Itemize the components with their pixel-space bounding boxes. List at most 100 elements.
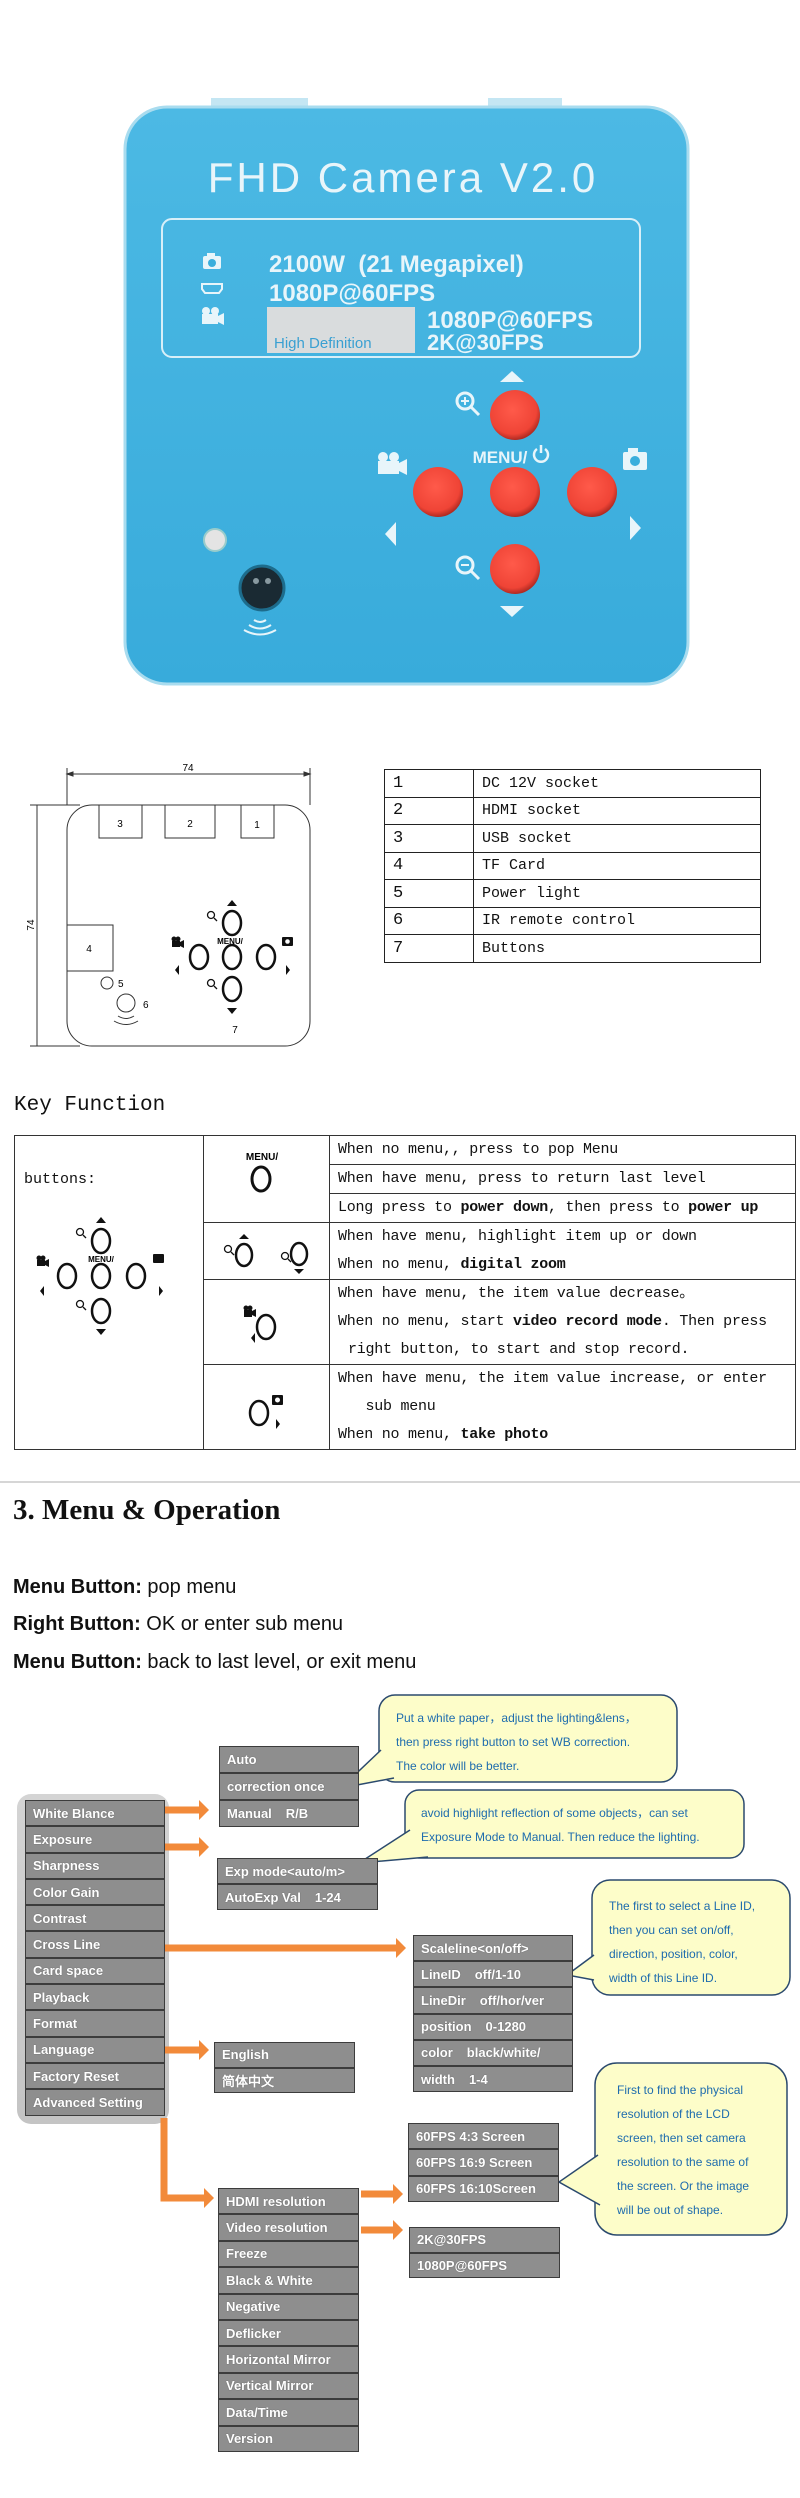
- menu-item[interactable]: 1080P@60FPS: [409, 2252, 560, 2278]
- menu-item[interactable]: 60FPS 16:10Screen: [408, 2175, 559, 2202]
- white-balance-submenu: Auto correction once Manual R/B: [219, 1746, 359, 1827]
- zoom-button-icon-cell: [203, 1222, 330, 1280]
- description-line: When have menu, the item value decrease。: [330, 1280, 795, 1308]
- text-segment: When have menu, the item value decrease。: [338, 1285, 695, 1302]
- menu-item[interactable]: LineDir off/hor/ver: [413, 1987, 573, 2014]
- tip-exposure: avoid highlight reflection of some objec…: [421, 1801, 700, 1849]
- menu-item-value: off/hor/ver: [479, 1992, 545, 2008]
- right-button: [255, 943, 277, 971]
- menu-item[interactable]: Deflicker: [218, 2319, 359, 2347]
- menu-item[interactable]: Manual R/B: [219, 1800, 359, 1827]
- right-photo-button[interactable]: [567, 467, 617, 517]
- menu-item[interactable]: 简体中文: [214, 2067, 355, 2093]
- menu-item-label: English: [222, 2047, 269, 2063]
- menu-item[interactable]: Horizontal Mirror: [218, 2346, 359, 2373]
- menu-item-label: correction once: [227, 1779, 325, 1794]
- menu-item[interactable]: Video resolution: [218, 2214, 359, 2241]
- text-segment: When no menu,: [338, 1256, 461, 1273]
- text-segment: When have menu, highlight item up or dow…: [338, 1228, 697, 1245]
- menu-item[interactable]: Auto: [219, 1746, 359, 1773]
- port-number: 3: [384, 824, 474, 853]
- instruction-line: Menu Button: pop menu: [13, 1576, 236, 1599]
- menu-item[interactable]: Freeze: [218, 2240, 359, 2268]
- menu-item-label: Exp mode<auto/m>: [225, 1863, 345, 1879]
- tip-white-balance: Put a white paper，adjust the lighting&le…: [396, 1706, 637, 1778]
- menu-item-label: Playback: [33, 1989, 90, 2005]
- menu-item-label: Horizontal Mirror: [226, 2352, 331, 2368]
- menu-item[interactable]: Vertical Mirror: [218, 2372, 359, 2400]
- menu-item-label: Color Gain: [33, 1884, 100, 1900]
- menu-item[interactable]: White Blance: [25, 1800, 165, 1827]
- menu-item[interactable]: Data/Time: [218, 2399, 359, 2426]
- menu-item-label: position: [421, 2019, 472, 2035]
- menu-item-value: 1-24: [314, 1889, 341, 1905]
- menu-item[interactable]: Sharpness: [25, 1852, 165, 1879]
- photo-icon: [282, 937, 293, 946]
- table-row: 1 DC 12V socket: [384, 769, 761, 798]
- menu-item[interactable]: Exposure: [25, 1826, 165, 1853]
- menu-item[interactable]: Exp mode<auto/m>: [217, 1858, 378, 1884]
- text-segment: When have menu, press to return last lev…: [338, 1170, 706, 1187]
- instruction-text: back to last level, or exit menu: [141, 1651, 417, 1673]
- menu-item-label: Deflicker: [226, 2325, 281, 2341]
- menu-item-label: Vertical Mirror: [226, 2378, 314, 2394]
- menu-item[interactable]: Card space: [25, 1957, 165, 1985]
- tip-cross-line: The first to select a Line ID, then you c…: [609, 1894, 755, 1990]
- menu-item[interactable]: Advanced Setting: [25, 2089, 165, 2116]
- menu-item[interactable]: Contrast: [25, 1905, 165, 1932]
- menu-item[interactable]: 60FPS 4:3 Screen: [408, 2123, 559, 2150]
- menu-item-label: Format: [33, 2016, 78, 2032]
- menu-item-value: off/1-10: [474, 1966, 521, 1982]
- table-row: 4 TF Card: [384, 851, 761, 880]
- down-zoom-out-button[interactable]: [490, 544, 540, 594]
- port-number: 7: [384, 934, 474, 963]
- menu-item-label: Manual: [227, 1806, 272, 1821]
- menu-item[interactable]: Format: [25, 2010, 165, 2037]
- instruction-label: Menu Button:: [13, 1576, 142, 1598]
- down-button: [221, 975, 243, 1003]
- menu-item[interactable]: HDMI resolution: [218, 2188, 359, 2215]
- menu-item[interactable]: 60FPS 16:9 Screen: [408, 2149, 559, 2176]
- tip-line: resolution of the LCD: [617, 2107, 730, 2121]
- hdmi-resolution-submenu: 60FPS 4:3 Screen 60FPS 16:9 Screen 60FPS 1…: [408, 2123, 559, 2202]
- menu-item-label: Cross Line: [33, 1937, 101, 1953]
- menu-item[interactable]: Negative: [218, 2293, 359, 2320]
- menu-item[interactable]: 2K@30FPS: [409, 2227, 560, 2253]
- menu-item[interactable]: AutoExp Val 1-24: [217, 1884, 378, 1910]
- menu-item[interactable]: Factory Reset: [25, 2062, 165, 2090]
- section-divider: [0, 1481, 800, 1483]
- advanced-submenu: HDMI resolution Video resolution Freeze Bla…: [218, 2188, 359, 2452]
- menu-item[interactable]: Scaleline<on/off>: [413, 1935, 573, 1962]
- camera-title: FHD Camera V2.0: [208, 154, 598, 201]
- menu-item[interactable]: Cross Line: [25, 1931, 165, 1958]
- menu-power-button[interactable]: [490, 467, 540, 517]
- menu-item[interactable]: English: [214, 2042, 355, 2068]
- menu-item[interactable]: width 1-4: [413, 2065, 573, 2093]
- menu-item-label: Advanced Setting: [33, 2094, 143, 2110]
- menu-item-label: 60FPS 4:3 Screen: [416, 2128, 526, 2144]
- up-zoom-in-button[interactable]: [490, 390, 540, 440]
- menu-item[interactable]: color black/white/: [413, 2039, 573, 2066]
- port-description: Power light: [473, 879, 761, 908]
- menu-item[interactable]: Language: [25, 2036, 165, 2063]
- table-row: 7 Buttons: [384, 934, 761, 963]
- left-button-icon-cell: [203, 1279, 330, 1365]
- menu-item[interactable]: Version: [218, 2425, 359, 2452]
- menu-item[interactable]: position 0-1280: [413, 2013, 573, 2040]
- description-line: When no menu, start video record mode. T…: [330, 1308, 795, 1336]
- text-segment: Long press to: [338, 1199, 461, 1216]
- menu-item[interactable]: LineID off/1-10: [413, 1961, 573, 1988]
- video-resolution-submenu: 2K@30FPS 1080P@60FPS: [409, 2227, 560, 2278]
- menu-item-label: Contrast: [33, 1910, 87, 1926]
- menu-item[interactable]: Playback: [25, 1984, 165, 2011]
- menu-item[interactable]: Color Gain: [25, 1878, 165, 1906]
- menu-item[interactable]: Black & White: [218, 2267, 359, 2294]
- menu-item-label: HDMI resolution: [226, 2193, 326, 2209]
- left-video-button[interactable]: [413, 467, 463, 517]
- text-segment: When no menu, start: [338, 1313, 514, 1330]
- instruction-text: OK or enter sub menu: [140, 1613, 344, 1635]
- menu-item[interactable]: correction once: [219, 1773, 359, 1800]
- label-4: 4: [86, 944, 92, 955]
- menu-item-label: 60FPS 16:10Screen: [416, 2181, 536, 2197]
- right-button-description: When have menu, the item value increase,…: [329, 1364, 796, 1450]
